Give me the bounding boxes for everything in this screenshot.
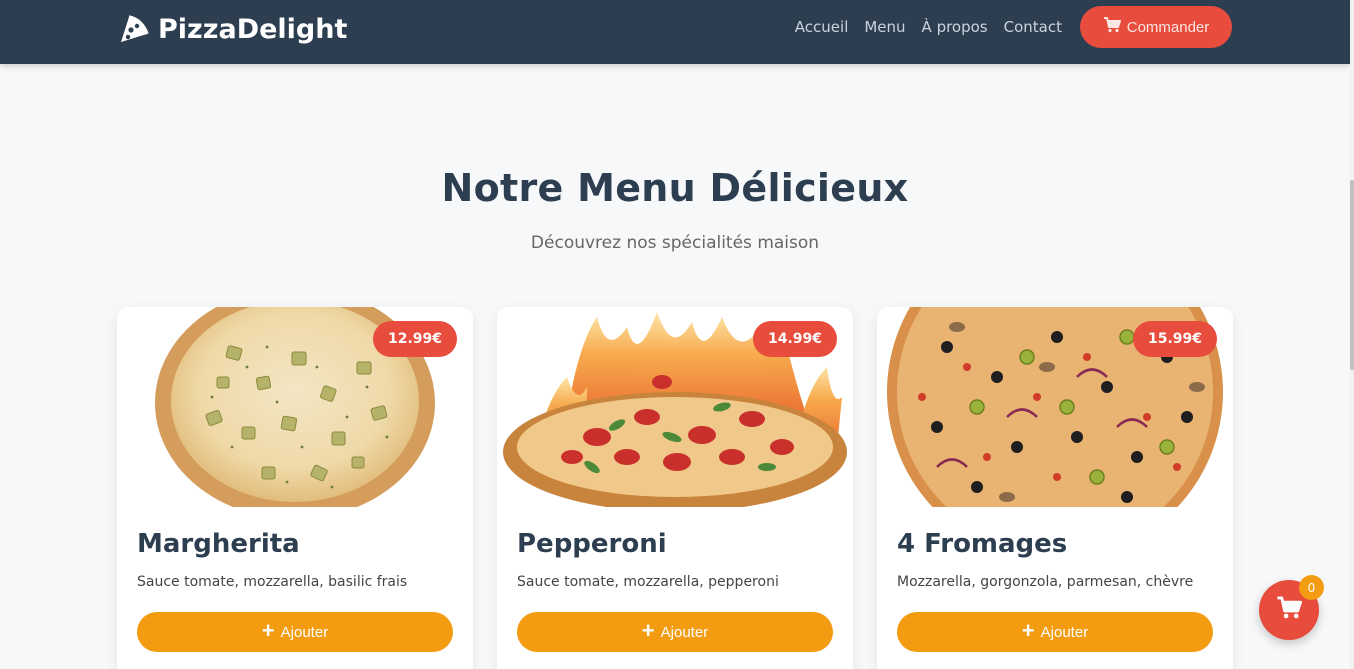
- pizza-description: Sauce tomate, mozzarella, pepperoni: [517, 574, 779, 590]
- brand-name: PizzaDelight: [158, 13, 348, 45]
- scrollbar-thumb[interactable]: [1350, 180, 1354, 370]
- cart-icon: [1103, 17, 1121, 37]
- price-badge: 14.99€: [752, 321, 837, 357]
- menu-subtitle: Découvrez nos spécialités maison: [530, 233, 820, 253]
- price-badge: 12.99€: [372, 321, 457, 357]
- nav-link-a-propos[interactable]: À propos: [922, 18, 988, 36]
- nav-link-contact[interactable]: Contact: [1004, 18, 1062, 36]
- pizza-card-pepperoni: 14.99€ Pepperoni Sauce tomate, mozzarell…: [497, 307, 853, 669]
- pizza-card-margherita: 12.99€ Margherita Sauce tomate, mozzarel…: [117, 307, 473, 669]
- price-badge: 15.99€: [1132, 321, 1217, 357]
- pizza-description: Sauce tomate, mozzarella, basilic frais: [137, 574, 408, 590]
- nav-link-accueil[interactable]: Accueil: [795, 18, 849, 36]
- pizza-name: Pepperoni: [517, 529, 667, 559]
- brand-logo[interactable]: PizzaDelight: [118, 12, 347, 46]
- add-to-cart-button[interactable]: + Ajouter: [137, 612, 453, 652]
- plus-icon: +: [261, 618, 275, 643]
- add-to-cart-button[interactable]: + Ajouter: [517, 612, 833, 652]
- pizza-description: Mozzarella, gorgonzola, parmesan, chèvre: [897, 574, 1194, 590]
- add-button-label: Ajouter: [1040, 623, 1089, 641]
- pizza-name: 4 Fromages: [897, 529, 1068, 559]
- pizza-image: 15.99€: [877, 307, 1233, 507]
- add-button-label: Ajouter: [660, 623, 709, 641]
- nav-link-menu[interactable]: Menu: [864, 18, 905, 36]
- pizza-slice-icon: [118, 14, 150, 44]
- add-to-cart-button[interactable]: + Ajouter: [897, 612, 1213, 652]
- pizza-name: Margherita: [137, 529, 300, 559]
- nav-links: Accueil Menu À propos Contact Commander: [779, 6, 1232, 48]
- cart-icon: [1276, 596, 1302, 624]
- plus-icon: +: [1021, 618, 1035, 643]
- cart-count-badge: 0: [1299, 575, 1324, 600]
- pizza-card-4-fromages: 15.99€ 4 Fromages Mozzarella, gorgonzola…: [877, 307, 1233, 669]
- pizza-image: 14.99€: [497, 307, 853, 507]
- menu-title: Notre Menu Délicieux: [441, 166, 909, 210]
- navbar: PizzaDelight Accueil Menu À propos Conta…: [0, 0, 1350, 64]
- add-button-label: Ajouter: [280, 623, 329, 641]
- order-button[interactable]: Commander: [1080, 6, 1232, 48]
- plus-icon: +: [641, 618, 655, 643]
- pizza-image: 12.99€: [117, 307, 473, 507]
- order-button-label: Commander: [1126, 18, 1210, 36]
